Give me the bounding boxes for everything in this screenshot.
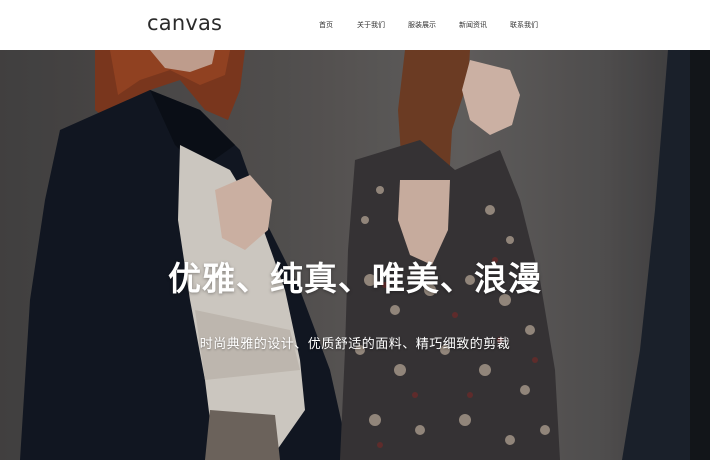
nav-item-home[interactable]: 首页 — [319, 19, 333, 31]
nav-item-news[interactable]: 新闻资讯 — [459, 19, 487, 31]
nav-item-about[interactable]: 关于我们 — [357, 19, 385, 31]
nav-item-clothing[interactable]: 服装展示 — [408, 19, 436, 31]
site-header: canvas 首页 关于我们 服装展示 新闻资讯 联系我们 — [0, 0, 710, 50]
nav-item-contact[interactable]: 联系我们 — [510, 19, 538, 31]
main-nav: 首页 关于我们 服装展示 新闻资讯 联系我们 — [0, 19, 710, 33]
hero-banner: 优雅、纯真、唯美、浪漫 时尚典雅的设计、优质舒适的面料、精巧细致的剪裁 — [0, 50, 710, 460]
hero-title: 优雅、纯真、唯美、浪漫 — [168, 259, 542, 298]
hero-subtitle: 时尚典雅的设计、优质舒适的面料、精巧细致的剪裁 — [199, 337, 511, 352]
